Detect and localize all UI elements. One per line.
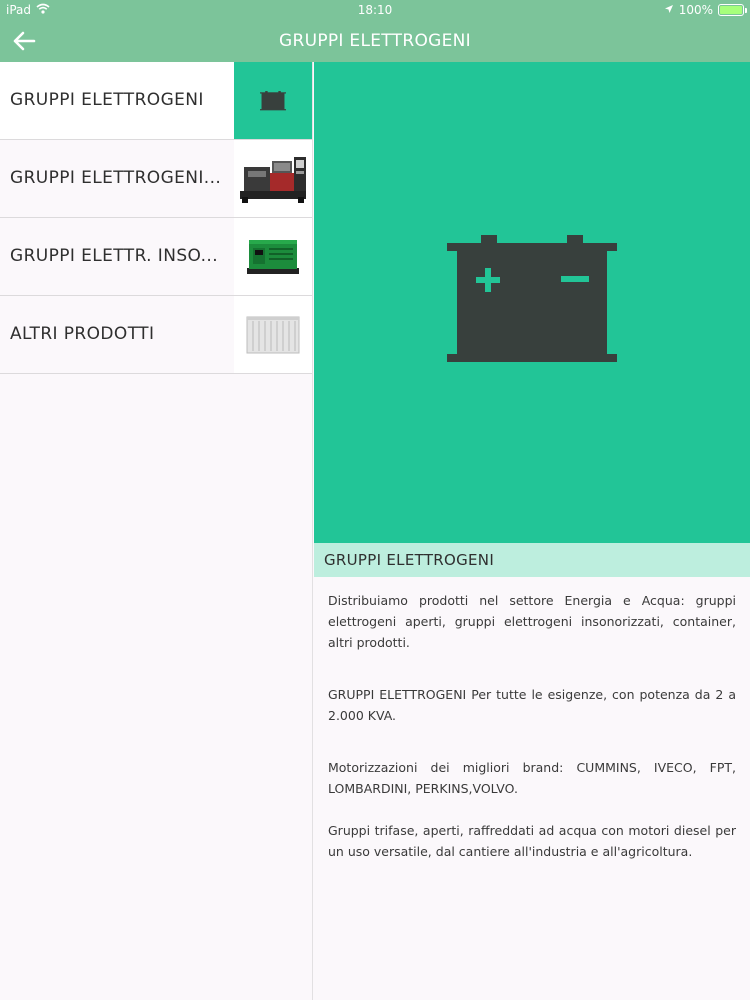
status-bar: iPad 18:10 100% [0,0,750,20]
list-item-label: GRUPPI ELETTROGENI [10,90,204,110]
battery-percent: 100% [678,3,713,17]
list-thumb [234,140,312,217]
list-item-label: GRUPPI ELETTROGENI... [10,168,222,188]
detail-paragraph: GRUPPI ELETTROGENI Per tutte le esigenze… [328,687,736,723]
list-item-gruppi-elettrogeni-aperti[interactable]: GRUPPI ELETTROGENI... [0,140,312,218]
list-thumb [234,296,312,373]
detail-paragraph: Distribuiamo prodotti nel settore Energi… [328,593,736,650]
list-item-label: GRUPPI ELETTR. INSO... [10,246,219,266]
status-right: 100% [664,3,747,17]
list-item-altri-prodotti[interactable]: ALTRI PRODOTTI [0,296,312,374]
list-thumb [234,218,312,295]
battery-indicator-icon [718,4,747,16]
navigation-bar: GRUPPI ELETTROGENI [0,20,750,62]
battery-icon [447,234,617,362]
container-image [246,316,300,353]
status-time: 18:10 [357,3,393,17]
page-title: GRUPPI ELETTROGENI [278,31,471,51]
silent-generator-image [247,239,299,274]
list-item-gruppi-elettrogeni-insonorizzati[interactable]: GRUPPI ELETTR. INSO... [0,218,312,296]
list-item-label: ALTRI PRODOTTI [10,324,155,344]
battery-icon [260,90,286,110]
list-thumb [234,62,312,139]
hero-banner [314,62,750,543]
open-generator-image [240,156,306,203]
detail-paragraph: Gruppi trifase, aperti, raffreddati ad a… [328,823,736,859]
detail-description: Distribuiamo prodotti nel settore Energi… [328,590,736,893]
sidebar-list: GRUPPI ELETTROGENI GRUPPI ELETTROGENI... [0,62,313,1000]
list-item-gruppi-elettrogeni[interactable]: GRUPPI ELETTROGENI [0,62,312,140]
detail-header: GRUPPI ELETTROGENI [314,543,750,577]
detail-paragraph: Motorizzazioni dei migliori brand: CUMMI… [328,760,736,796]
detail-title: GRUPPI ELETTROGENI [324,551,495,569]
location-arrow-icon [664,3,674,17]
